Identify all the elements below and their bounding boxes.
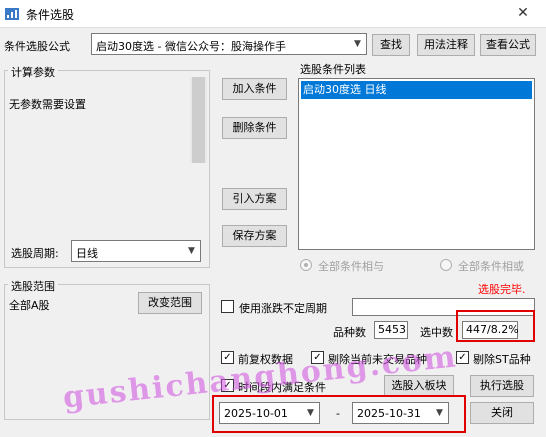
- formula-value: 启动30度选 - 微信公众号：股海操作手: [96, 40, 286, 53]
- date-separator: -: [336, 407, 340, 420]
- status-text: 选股完毕.: [478, 283, 526, 296]
- execute-button[interactable]: 执行选股: [470, 375, 534, 397]
- usage-notes-button[interactable]: 用法注释: [417, 34, 475, 56]
- unfixed-period-label: 使用涨跌不定周期: [239, 302, 327, 315]
- unfixed-period-checkbox[interactable]: [221, 300, 234, 313]
- close-button[interactable]: 关闭: [470, 402, 534, 424]
- chevron-down-icon[interactable]: ▼: [183, 241, 200, 261]
- conditions-list[interactable]: 启动30度选 日线: [298, 78, 535, 250]
- app-icon: [5, 8, 19, 20]
- formula-select[interactable]: 启动30度选 - 微信公众号：股海操作手 ▼: [91, 33, 367, 55]
- checkmark-icon[interactable]: ✓: [456, 351, 469, 364]
- delete-condition-button[interactable]: 删除条件: [222, 117, 287, 139]
- params-scrollbar[interactable]: [190, 77, 207, 163]
- selected-label: 选中数: [420, 326, 453, 339]
- title-bar: [0, 0, 546, 28]
- params-scroll-thumb[interactable]: [192, 77, 205, 163]
- import-plan-button[interactable]: 引入方案: [222, 188, 287, 210]
- save-plan-button[interactable]: 保存方案: [222, 225, 287, 247]
- change-range-button[interactable]: 改变范围: [138, 292, 202, 314]
- date-to-value: 2025-10-31: [357, 407, 421, 420]
- range-group-title: 选股范围: [8, 278, 58, 294]
- view-formula-button[interactable]: 查看公式: [480, 34, 536, 56]
- range-value: 全部A股: [9, 299, 50, 312]
- window-title: 条件选股: [26, 8, 75, 22]
- formula-label: 条件选股公式: [4, 40, 70, 53]
- stock-count-label: 品种数: [333, 326, 366, 339]
- add-condition-button[interactable]: 加入条件: [222, 78, 287, 100]
- chevron-down-icon[interactable]: ▼: [349, 34, 366, 54]
- params-group-title: 计算参数: [8, 64, 58, 80]
- date-from-value: 2025-10-01: [224, 407, 288, 420]
- date-from-picker[interactable]: 2025-10-01 ▼: [219, 402, 320, 424]
- exclude-st-label: 剔除ST品种: [473, 353, 531, 366]
- and-label: 全部条件相与: [318, 260, 384, 273]
- list-item[interactable]: 启动30度选 日线: [301, 81, 532, 99]
- close-window-icon[interactable]: ✕: [512, 4, 534, 22]
- chevron-down-icon[interactable]: ▼: [302, 403, 319, 423]
- date-to-picker[interactable]: 2025-10-31 ▼: [352, 402, 449, 424]
- or-label: 全部条件相或: [458, 260, 524, 273]
- highlight-box: [456, 310, 535, 342]
- or-radio[interactable]: [440, 259, 452, 271]
- period-select[interactable]: 日线 ▼: [71, 240, 201, 262]
- period-label: 选股周期:: [11, 247, 59, 260]
- params-text: 无参数需要设置: [9, 98, 86, 111]
- and-radio[interactable]: [300, 259, 312, 271]
- conditions-title: 选股条件列表: [300, 63, 366, 76]
- stock-count-value: 5453: [374, 321, 408, 339]
- find-button[interactable]: 查找: [372, 34, 410, 56]
- chevron-down-icon[interactable]: ▼: [431, 403, 448, 423]
- period-value: 日线: [76, 247, 98, 260]
